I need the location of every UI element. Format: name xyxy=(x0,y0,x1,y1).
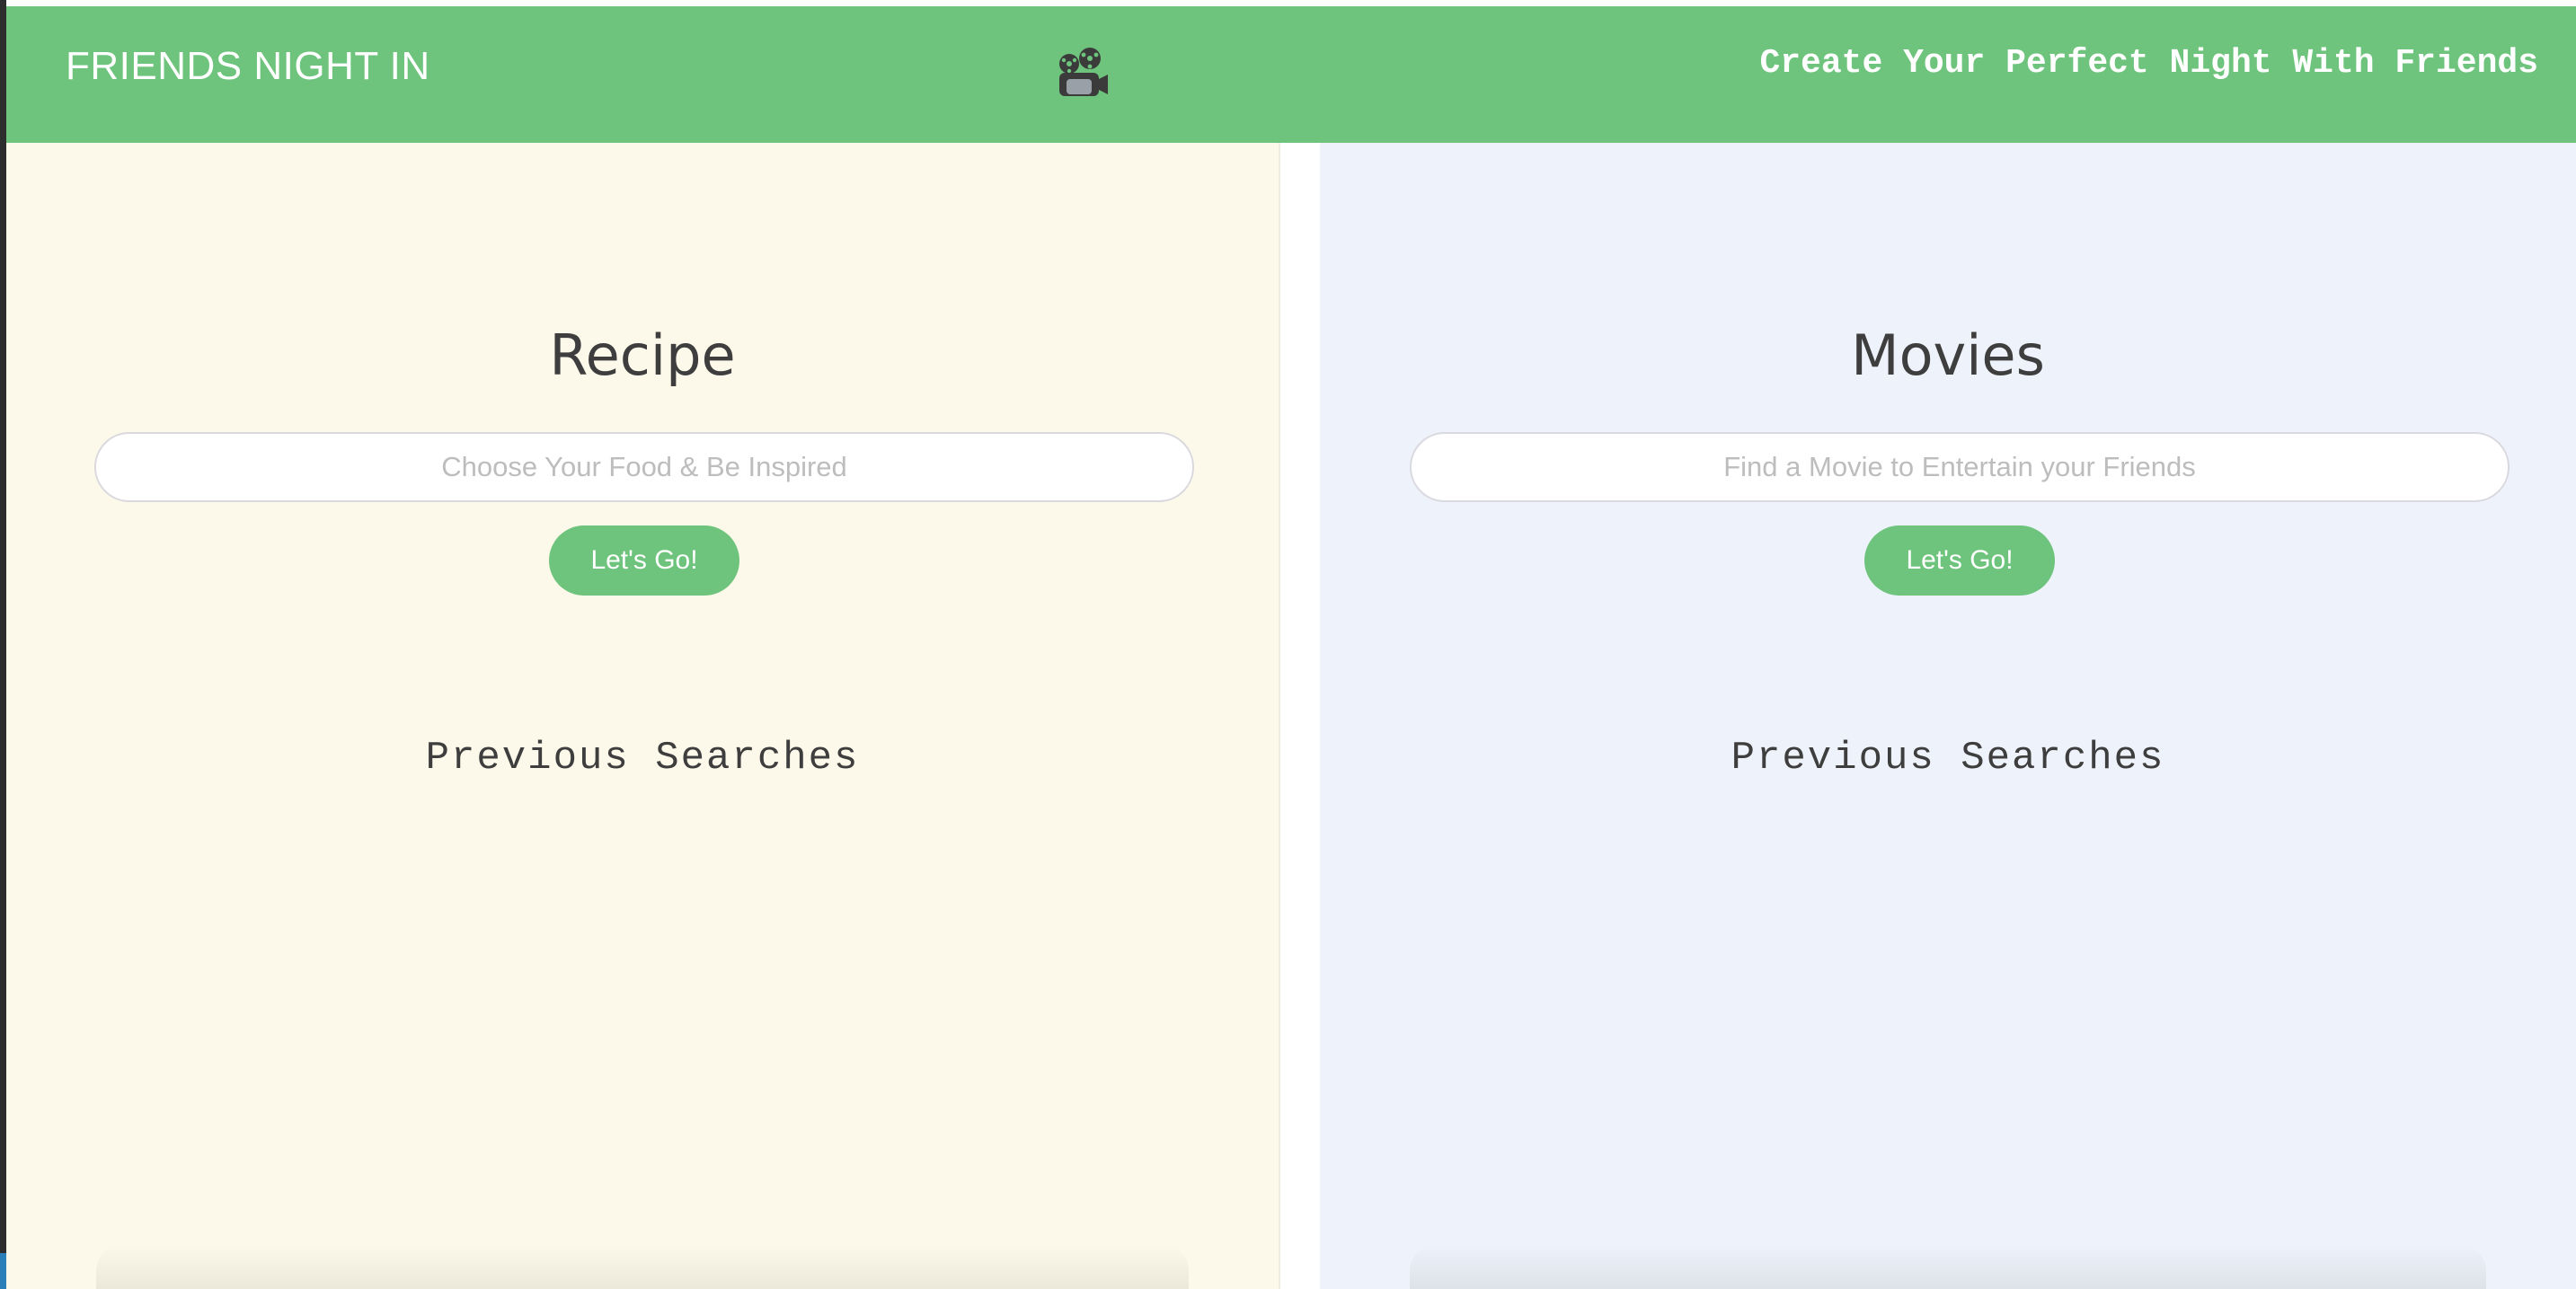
recipe-search-input[interactable] xyxy=(94,432,1194,502)
movies-title: Movies xyxy=(1851,322,2045,388)
recipe-card-shadow xyxy=(96,1244,1189,1289)
film-projector-icon xyxy=(1059,48,1108,96)
recipe-title: Recipe xyxy=(549,322,736,388)
window-edge-accent xyxy=(0,1253,6,1289)
recipe-previous-searches-title: Previous Searches xyxy=(425,736,860,781)
movies-panel: Movies Let's Go! Previous Searches xyxy=(1320,143,2576,1289)
recipe-panel: Recipe Let's Go! Previous Searches xyxy=(6,143,1280,1289)
window-top-edge xyxy=(6,0,2576,6)
movies-search-input[interactable] xyxy=(1410,432,2510,502)
navbar: FRIENDS NIGHT IN Create Your Perfect Nig… xyxy=(6,6,2576,143)
tagline: Create Your Perfect Night With Friends xyxy=(1759,44,2538,83)
recipe-search-button[interactable]: Let's Go! xyxy=(549,525,739,596)
movies-card-shadow xyxy=(1410,1244,2486,1289)
movies-search-button[interactable]: Let's Go! xyxy=(1864,525,2055,596)
brand-title: FRIENDS NIGHT IN xyxy=(66,44,430,88)
window-edge xyxy=(0,0,6,1289)
movies-previous-searches-title: Previous Searches xyxy=(1731,736,2165,781)
main-content: Recipe Let's Go! Previous Searches Movie… xyxy=(6,143,2576,1289)
